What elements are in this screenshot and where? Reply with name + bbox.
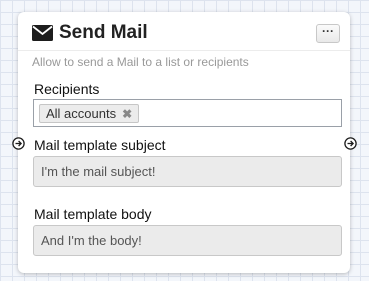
- recipients-input[interactable]: All accounts ✖: [33, 99, 342, 127]
- recipients-label: Recipients: [34, 81, 100, 97]
- close-icon[interactable]: ✖: [122, 107, 132, 121]
- ellipsis-icon: ···: [322, 24, 334, 38]
- send-mail-node[interactable]: Send Mail ··· Allow to send a Mail to a …: [18, 12, 350, 273]
- recipient-tag: All accounts ✖: [39, 104, 140, 123]
- node-title: Send Mail: [59, 22, 148, 43]
- more-options-button[interactable]: ···: [316, 24, 340, 43]
- header-divider: [18, 50, 350, 51]
- body-field[interactable]: And I'm the body!: [33, 225, 342, 256]
- body-label: Mail template body: [34, 206, 152, 222]
- node-header: Send Mail: [32, 19, 148, 47]
- output-connector-icon[interactable]: [344, 137, 357, 150]
- envelope-icon: [32, 25, 53, 41]
- node-description: Allow to send a Mail to a list or recipi…: [32, 55, 249, 69]
- subject-label: Mail template subject: [34, 137, 166, 153]
- recipient-tag-label: All accounts: [46, 106, 117, 121]
- input-connector-icon[interactable]: [12, 137, 25, 150]
- subject-field[interactable]: I'm the mail subject!: [33, 156, 342, 187]
